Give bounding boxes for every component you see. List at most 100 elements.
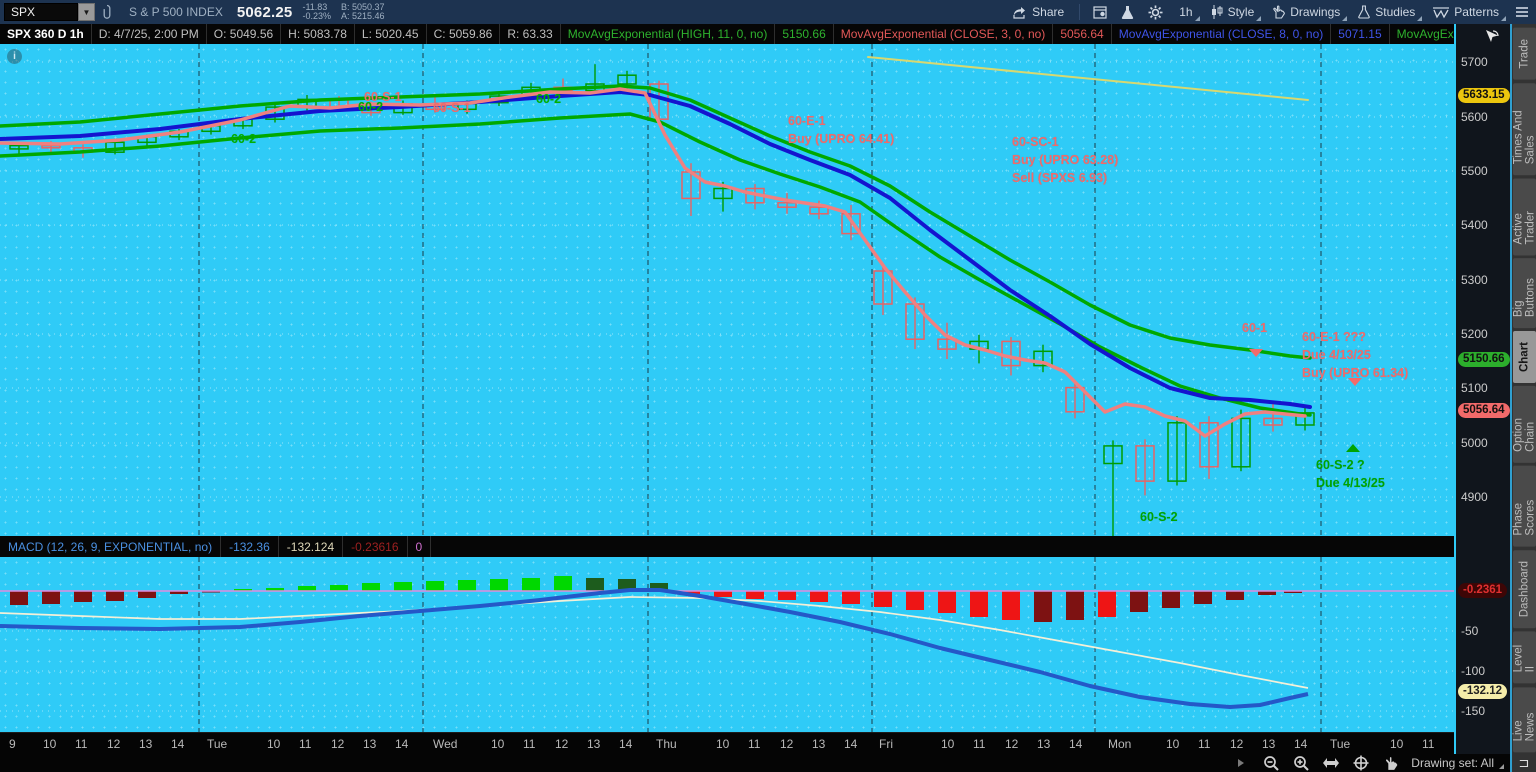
main-price-chart[interactable]: i 60-260-S-160-260-S-160-260-E-1 Buy (UP… [0, 44, 1454, 536]
price-tick: 5700 [1461, 55, 1488, 69]
time-label: Wed [433, 737, 457, 751]
macd-study-label[interactable]: MACD (12, 26, 9, EXPONENTIAL, no) [0, 536, 221, 557]
symbol-description: S & P 500 INDEX [129, 5, 223, 19]
price-badge: 5056.64 [1458, 403, 1510, 418]
chart-annotation: 60-S-2 [1140, 508, 1178, 526]
sidebar-tab-option-chain[interactable]: Option Chain [1513, 386, 1536, 463]
price-tick: 5000 [1461, 436, 1488, 450]
trade-marker-up-triangle [1346, 444, 1360, 452]
symbol-input[interactable]: SPX [4, 3, 78, 21]
sidebar-tab-trade[interactable]: Trade [1513, 28, 1536, 80]
style-dropdown[interactable]: Style [1202, 0, 1264, 24]
macd-histogram-bar [1002, 591, 1020, 620]
ohlc-field: O: 5049.56 [207, 24, 281, 44]
study-label[interactable]: MovAvgExponential (CLOSE, 8, 0, no) [1112, 24, 1332, 44]
time-axis: 91011121314Tue1011121314Wed1011121314Thu… [0, 732, 1510, 754]
sidebar-tab-level-ii[interactable]: Level II [1513, 631, 1536, 683]
drawings-label: Drawings [1290, 5, 1340, 19]
time-label: 10 [491, 737, 504, 751]
time-label: 12 [1005, 737, 1018, 751]
macd-histogram-bar [938, 591, 956, 613]
price-axis[interactable]: 570056005500540053005200510050004900-50-… [1454, 24, 1510, 754]
layout-corner-icon[interactable]: ⊐ [1512, 755, 1536, 772]
pan-horizontal-icon[interactable] [1321, 755, 1341, 771]
series-label: SPX 360 D 1h [0, 24, 92, 44]
price-tick: 5100 [1461, 381, 1488, 395]
macd-study-value: -0.23616 [343, 536, 407, 557]
collapse-arrow-icon[interactable] [1231, 755, 1251, 771]
zoom-in-icon[interactable] [1291, 755, 1311, 771]
time-label: 11 [973, 737, 985, 751]
macd-histogram-bar [778, 591, 796, 600]
trade-marker-down-triangle [1249, 349, 1263, 357]
time-label: 12 [1230, 737, 1243, 751]
patterns-label: Patterns [1454, 5, 1499, 19]
price-badge: -0.2361 [1458, 583, 1507, 598]
menu-icon[interactable] [1508, 0, 1536, 24]
time-label: Thu [656, 737, 677, 751]
sidebar-tab-phase-scores[interactable]: Phase Scores [1513, 466, 1536, 547]
price-tick: 5400 [1461, 218, 1488, 232]
macd-histogram-bar [874, 591, 892, 607]
price-badge: 5150.66 [1458, 352, 1510, 367]
sidebar-tab-big-buttons[interactable]: Big Buttons [1513, 258, 1536, 328]
price-tick: 5500 [1461, 164, 1488, 178]
drawings-dropdown[interactable]: Drawings [1263, 0, 1349, 24]
symbol-dropdown-button[interactable]: ▼ [78, 3, 95, 21]
chart-annotation: 60-2 [358, 98, 383, 116]
studies-dropdown[interactable]: Studies [1349, 0, 1424, 24]
sidebar-tab-dashboard[interactable]: Dashboard [1513, 550, 1536, 628]
chart-annotation: 60-E-1 Buy (UPRO 64.41) [788, 112, 894, 148]
chart-annotation: 60-E-1 ??? Due 4/13/25 Buy (UPRO 61.34) [1302, 328, 1408, 382]
time-label: 13 [1037, 737, 1050, 751]
calendar-alert-icon[interactable] [1086, 0, 1114, 24]
share-button[interactable]: Share [1003, 0, 1073, 24]
sidebar-tab-chart[interactable]: Chart [1513, 331, 1536, 383]
gear-icon[interactable] [1141, 0, 1170, 24]
macd-histogram-bar [490, 579, 508, 591]
time-label: 12 [107, 737, 120, 751]
trade-marker-down-triangle [1348, 378, 1362, 386]
flask-icon[interactable] [1114, 0, 1141, 24]
sidebar-tab-active-trader[interactable]: Active Trader [1513, 178, 1536, 255]
macd-histogram-bar [1034, 591, 1052, 622]
link-paperclip-icon[interactable] [95, 0, 119, 24]
chart-annotation: 60-S-2 ? Due 4/13/25 [1316, 456, 1385, 492]
drawing-set-selector[interactable]: Drawing set: All [1411, 756, 1504, 770]
sidebar-tab-times-and-sales[interactable]: Times And Sales [1513, 83, 1536, 175]
interval-dropdown[interactable]: 1h [1170, 0, 1201, 24]
macd-study-value: -132.124 [279, 536, 343, 557]
time-label: 14 [395, 737, 408, 751]
bid-ask-stack: B: 5050.37 A: 5215.46 [341, 3, 385, 21]
zoom-out-icon[interactable] [1261, 755, 1281, 771]
time-label: 11 [748, 737, 760, 751]
study-label[interactable]: MovAvgExponential (HIGH, 11, 0, no) [561, 24, 776, 44]
macd-study-panel[interactable] [0, 557, 1454, 732]
ohlc-field: L: 5020.45 [355, 24, 427, 44]
symbol-combo[interactable]: SPX ▼ [4, 3, 95, 21]
sidebar-tab-live-news[interactable]: Live News [1513, 687, 1536, 752]
study-label[interactable]: MovAvgExponential (LOW, 11, 0, no) [1390, 24, 1454, 44]
macd-histogram-bar [1130, 591, 1148, 612]
time-label: Fri [879, 737, 893, 751]
crosshair-icon[interactable] [1351, 755, 1371, 771]
style-label: Style [1228, 5, 1255, 19]
macd-histogram-bar [810, 591, 828, 602]
time-label: 14 [619, 737, 632, 751]
patterns-dropdown[interactable]: Patterns [1424, 0, 1508, 24]
time-label: 13 [139, 737, 152, 751]
ohlc-studies-bar: SPX 360 D 1h D: 4/7/25, 2:00 PMO: 5049.5… [0, 24, 1454, 44]
macd-histogram-bar [42, 591, 60, 604]
macd-histogram-bar [1098, 591, 1116, 617]
cursor-mode-icon[interactable] [1484, 28, 1500, 47]
study-value: 5056.64 [1053, 24, 1111, 44]
time-label: 11 [1422, 737, 1434, 751]
time-label: 10 [716, 737, 729, 751]
time-label: 13 [363, 737, 376, 751]
macd-histogram-bar [106, 591, 124, 601]
time-label: 11 [75, 737, 87, 751]
price-tick: -50 [1461, 624, 1478, 638]
hand-pan-tool-icon[interactable] [1381, 755, 1401, 771]
study-label[interactable]: MovAvgExponential (CLOSE, 3, 0, no) [834, 24, 1054, 44]
study-value: 5071.15 [1331, 24, 1389, 44]
